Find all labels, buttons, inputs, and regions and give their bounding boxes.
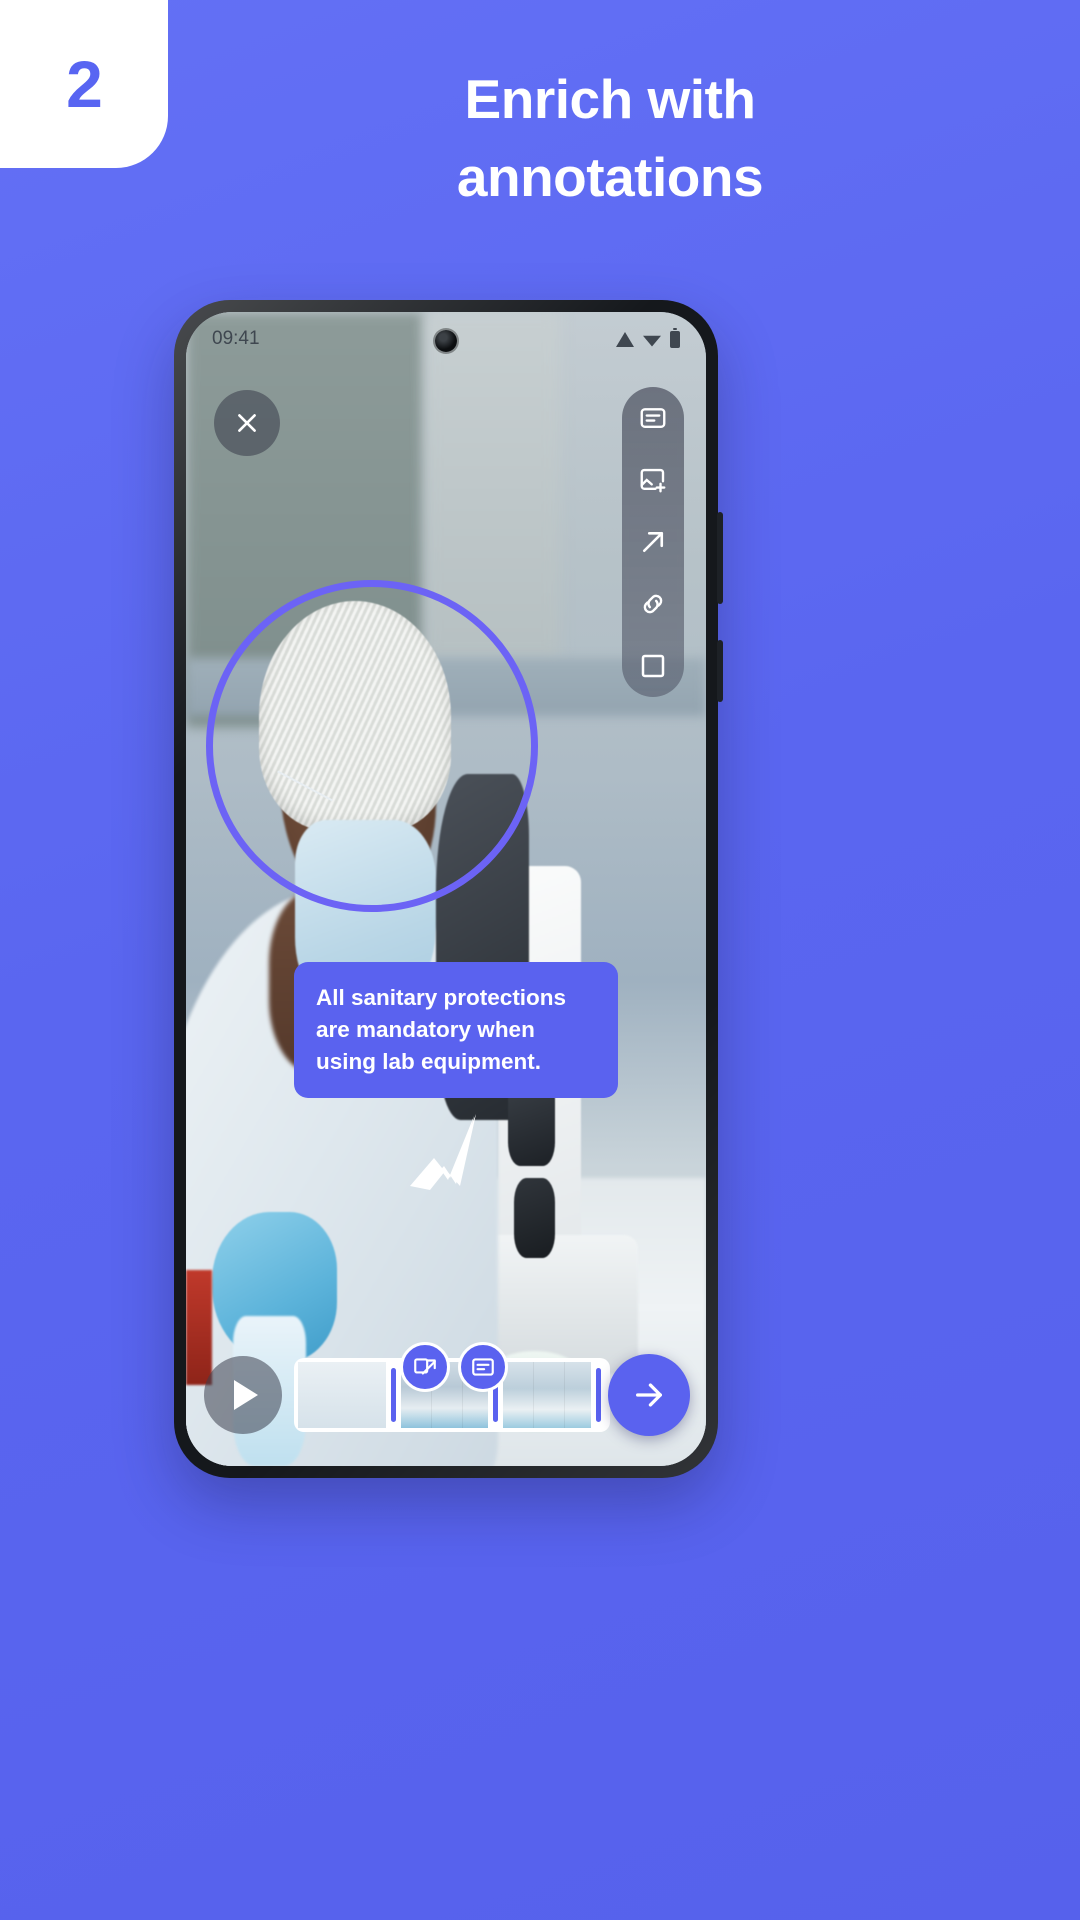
annotation-callout[interactable]: All sanitary protections are mandatory w… bbox=[294, 962, 618, 1098]
play-icon bbox=[234, 1380, 258, 1410]
highlight-circle-annotation[interactable] bbox=[206, 580, 538, 912]
headline-line-2: annotations bbox=[456, 146, 764, 209]
timeline-clip[interactable] bbox=[503, 1362, 592, 1428]
headline-line-1: Enrich with bbox=[464, 68, 756, 130]
signal-icon bbox=[616, 331, 634, 347]
play-button[interactable] bbox=[204, 1356, 282, 1434]
add-image-icon[interactable] bbox=[636, 463, 670, 497]
timeline-badge-crop[interactable] bbox=[400, 1342, 450, 1392]
status-time: 09:41 bbox=[212, 328, 260, 349]
close-icon bbox=[238, 414, 256, 432]
bottom-toolbar bbox=[186, 1316, 706, 1466]
wifi-icon bbox=[643, 335, 661, 347]
timeline-marker[interactable] bbox=[390, 1368, 396, 1422]
timeline-badge-text[interactable] bbox=[458, 1342, 508, 1392]
link-icon[interactable] bbox=[636, 587, 670, 621]
battery-icon bbox=[670, 327, 680, 348]
phone-screen: 09:41 All sanitary protections are manda… bbox=[186, 312, 706, 1466]
close-button[interactable] bbox=[214, 390, 280, 456]
next-button[interactable] bbox=[608, 1354, 690, 1436]
arrow-annotation-icon[interactable] bbox=[636, 525, 670, 559]
crop-move-icon bbox=[414, 1358, 436, 1375]
text-annotation-icon[interactable] bbox=[636, 401, 670, 435]
phone-mockup: 09:41 All sanitary protections are manda… bbox=[174, 300, 723, 1478]
timeline-clip[interactable] bbox=[298, 1362, 386, 1428]
text-caption-icon bbox=[472, 1358, 494, 1376]
timeline-filmstrip[interactable] bbox=[294, 1358, 610, 1432]
timeline-marker[interactable] bbox=[596, 1368, 602, 1422]
power-button[interactable] bbox=[717, 512, 723, 604]
volume-button[interactable] bbox=[717, 640, 723, 702]
camera-punch-hole bbox=[435, 330, 457, 352]
annotation-tool-rail[interactable] bbox=[622, 387, 684, 697]
arrow-down-left-icon[interactable] bbox=[404, 1112, 484, 1202]
arrow-right-icon bbox=[636, 1383, 662, 1407]
step-number: 2 bbox=[66, 47, 103, 121]
step-number-badge: 2 bbox=[0, 0, 168, 168]
page-title: Enrich with annotations bbox=[180, 60, 1040, 216]
shape-rectangle-icon[interactable] bbox=[636, 649, 670, 683]
